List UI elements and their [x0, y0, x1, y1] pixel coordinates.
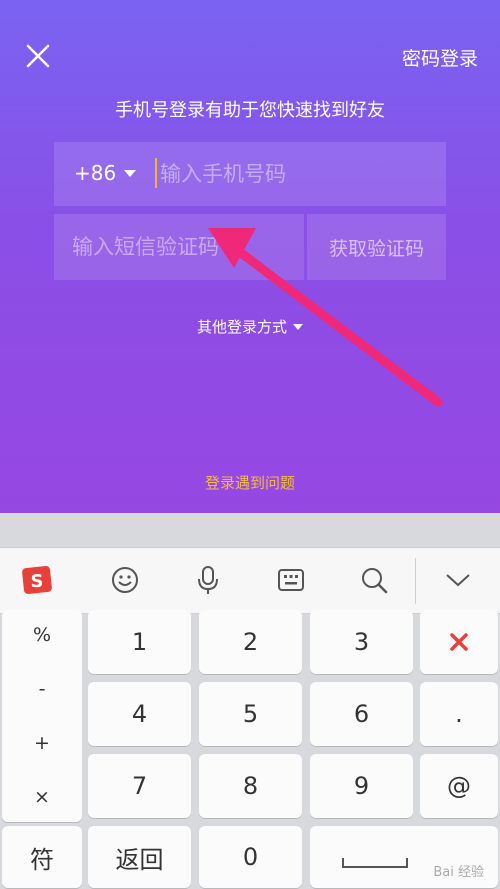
- phone-field: +86: [54, 142, 446, 206]
- login-panel: 密码登录 手机号登录有助于您快速找到好友 +86 获取验证码 其他登录方式 登录…: [0, 0, 500, 513]
- key-minus[interactable]: -: [2, 678, 82, 700]
- svg-text:S: S: [31, 571, 44, 592]
- keyboard-icon[interactable]: [271, 560, 311, 600]
- key-multiply[interactable]: ×: [2, 786, 82, 808]
- key-dot[interactable]: .: [420, 682, 498, 746]
- emoji-icon[interactable]: [105, 560, 145, 600]
- key-2[interactable]: 2: [199, 610, 302, 674]
- toolbar-divider: [415, 558, 416, 604]
- delete-key[interactable]: [420, 610, 498, 674]
- key-3[interactable]: 3: [310, 610, 413, 674]
- other-login-toggle[interactable]: 其他登录方式: [0, 316, 500, 337]
- country-code-label: +86: [74, 161, 117, 185]
- key-at[interactable]: @: [420, 754, 498, 818]
- key-9[interactable]: 9: [310, 754, 413, 818]
- delete-icon: [450, 633, 468, 651]
- get-code-button[interactable]: 获取验证码: [307, 214, 446, 280]
- login-trouble-link[interactable]: 登录遇到问题: [0, 472, 500, 493]
- close-icon[interactable]: [22, 40, 54, 72]
- key-7[interactable]: 7: [88, 754, 191, 818]
- microphone-icon[interactable]: [188, 560, 228, 600]
- symbol-column[interactable]: % - + ×: [2, 610, 82, 822]
- dropdown-triangle-icon: [124, 169, 137, 177]
- return-key[interactable]: 返回: [88, 826, 191, 888]
- sms-code-field: [54, 214, 304, 280]
- search-icon[interactable]: [354, 560, 394, 600]
- dropdown-triangle-icon: [293, 323, 303, 330]
- space-icon: [342, 858, 408, 868]
- key-plus[interactable]: +: [2, 732, 82, 754]
- text-caret: [155, 158, 157, 188]
- key-6[interactable]: 6: [310, 682, 413, 746]
- key-4[interactable]: 4: [88, 682, 191, 746]
- collapse-icon[interactable]: [438, 560, 478, 600]
- other-login-label: 其他登录方式: [196, 318, 287, 336]
- key-1[interactable]: 1: [88, 610, 191, 674]
- key-percent[interactable]: %: [2, 624, 82, 646]
- key-0[interactable]: 0: [199, 826, 302, 888]
- headline: 手机号登录有助于您快速找到好友: [115, 100, 385, 121]
- country-code-selector[interactable]: +86: [74, 161, 137, 185]
- key-5[interactable]: 5: [199, 682, 302, 746]
- keyboard-toolbar: S: [0, 547, 500, 614]
- key-8[interactable]: 8: [199, 754, 302, 818]
- keyboard: S % - + × 1 2 3 4 5 6 . 7 8 9 @ 符 返回 0 B…: [0, 513, 500, 889]
- password-login-link[interactable]: 密码登录: [402, 44, 478, 71]
- watermark: Bai 经验: [433, 865, 484, 880]
- space-key[interactable]: Bai 经验: [310, 826, 498, 888]
- sogou-logo-icon[interactable]: S: [17, 560, 57, 600]
- symbol-key[interactable]: 符: [2, 826, 82, 888]
- sms-code-input[interactable]: [72, 227, 292, 267]
- phone-input[interactable]: [160, 154, 430, 194]
